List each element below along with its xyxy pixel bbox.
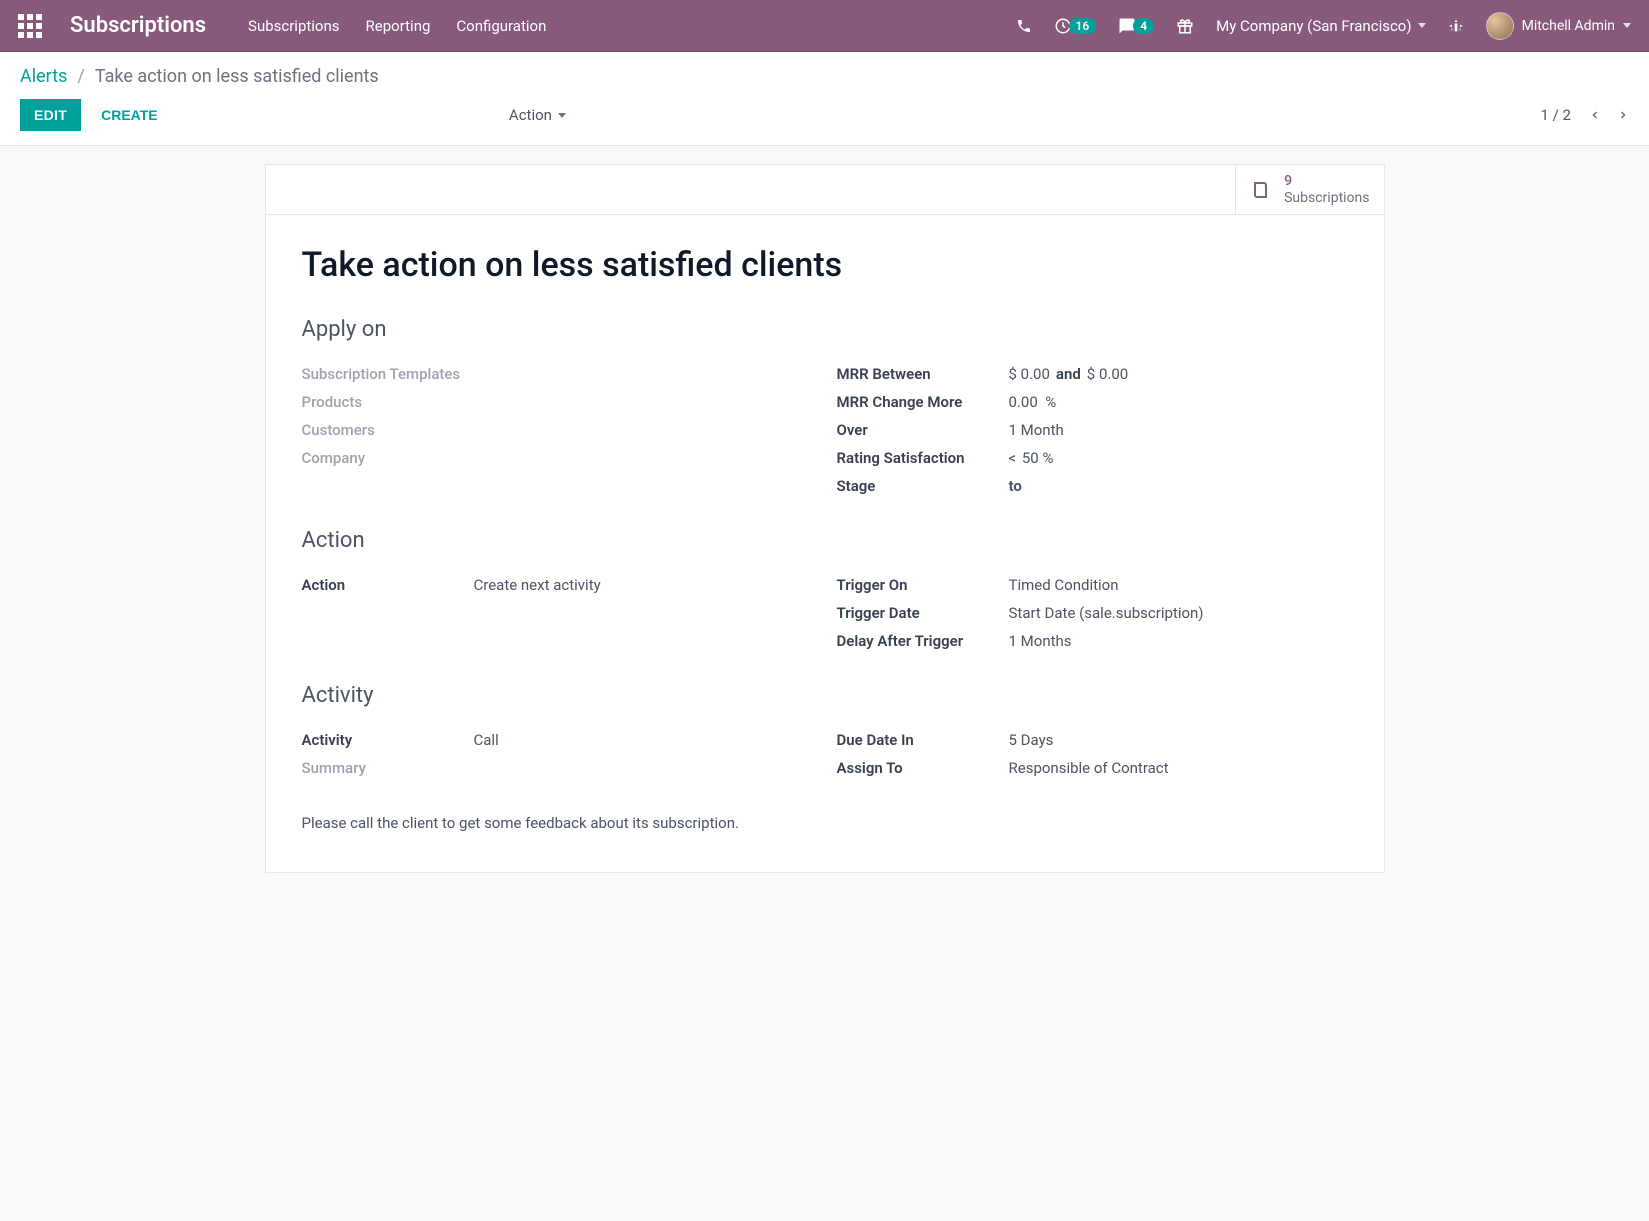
chat-badge: 4 <box>1133 18 1154 34</box>
pager-next[interactable] <box>1617 107 1629 123</box>
action-row: EDIT CREATE Action 1 / 2 <box>0 87 1649 146</box>
clock-badge: 16 <box>1069 18 1097 34</box>
value-over: 1 Month <box>1009 421 1348 439</box>
value-rating: < 50 % <box>1009 449 1348 467</box>
action-menu-label: Action <box>509 106 552 124</box>
value-mrr-change: 0.00 % <box>1009 393 1348 411</box>
company-selector[interactable]: My Company (San Francisco) <box>1216 17 1425 35</box>
label-due-date: Due Date In <box>837 731 1009 749</box>
pager-count[interactable]: 1 / 2 <box>1541 106 1572 124</box>
breadcrumb-parent[interactable]: Alerts <box>20 66 67 87</box>
label-stage: Stage <box>837 477 1009 495</box>
apps-icon[interactable] <box>18 14 42 38</box>
user-name: Mitchell Admin <box>1522 18 1615 34</box>
label-activity: Activity <box>302 731 474 749</box>
value-mrr-between: $ 0.00 and $ 0.00 <box>1009 365 1348 383</box>
label-action: Action <box>302 576 474 594</box>
create-button[interactable]: CREATE <box>87 99 172 131</box>
user-menu[interactable]: Mitchell Admin <box>1486 12 1631 40</box>
breadcrumb-current: Take action on less satisfied clients <box>95 66 379 87</box>
label-products: Products <box>302 393 474 411</box>
pager-prev[interactable] <box>1589 107 1601 123</box>
record-title: Take action on less satisfied clients <box>302 245 1348 285</box>
action-menu[interactable]: Action <box>509 106 566 124</box>
chat-icon[interactable]: 4 <box>1118 17 1154 35</box>
label-trigger-date: Trigger Date <box>837 604 1009 622</box>
value-trigger-on: Timed Condition <box>1009 576 1348 594</box>
stat-label: Subscriptions <box>1284 190 1369 206</box>
label-trigger-on: Trigger On <box>837 576 1009 594</box>
book-icon <box>1250 178 1274 202</box>
main-wrap: 9 Subscriptions Take action on less sati… <box>0 146 1649 903</box>
label-assign-to: Assign To <box>837 759 1009 777</box>
breadcrumb-separator: / <box>77 66 84 87</box>
stat-subscriptions[interactable]: 9 Subscriptions <box>1235 165 1383 214</box>
phone-icon[interactable] <box>1016 18 1032 34</box>
breadcrumb-row: Alerts / Take action on less satisfied c… <box>0 52 1649 87</box>
label-rating: Rating Satisfaction <box>837 449 1009 467</box>
label-company: Company <box>302 449 474 467</box>
nav-link-reporting[interactable]: Reporting <box>366 17 431 35</box>
nav-link-configuration[interactable]: Configuration <box>456 17 546 35</box>
clock-icon[interactable]: 16 <box>1054 17 1097 35</box>
chevron-down-icon <box>1623 23 1631 28</box>
section-apply-on: Apply on <box>302 317 1348 342</box>
label-subscription-templates: Subscription Templates <box>302 365 474 383</box>
debug-icon[interactable] <box>1448 18 1464 34</box>
chevron-down-icon <box>558 113 566 118</box>
value-due-date: 5 Days <box>1009 731 1348 749</box>
gift-icon[interactable] <box>1176 17 1194 35</box>
activity-note: Please call the client to get some feedb… <box>302 814 1348 832</box>
app-title[interactable]: Subscriptions <box>70 13 206 38</box>
section-action: Action <box>302 528 1348 553</box>
label-customers: Customers <box>302 421 474 439</box>
value-delay-after-trigger: 1 Months <box>1009 632 1348 650</box>
value-stage: to <box>1009 477 1348 495</box>
value-action: Create next activity <box>474 576 813 594</box>
edit-button[interactable]: EDIT <box>20 99 81 131</box>
card-head: 9 Subscriptions <box>266 165 1384 215</box>
nav-link-subscriptions[interactable]: Subscriptions <box>248 17 339 35</box>
value-activity: Call <box>474 731 813 749</box>
value-assign-to: Responsible of Contract <box>1009 759 1348 777</box>
section-activity: Activity <box>302 683 1348 708</box>
chevron-down-icon <box>1418 23 1426 28</box>
label-summary: Summary <box>302 759 474 777</box>
form-card: 9 Subscriptions Take action on less sati… <box>265 164 1385 873</box>
company-name: My Company (San Francisco) <box>1216 17 1411 35</box>
label-delay-after-trigger: Delay After Trigger <box>837 632 1009 650</box>
label-mrr-change: MRR Change More <box>837 393 1009 411</box>
top-nav: Subscriptions Subscriptions Reporting Co… <box>0 0 1649 52</box>
avatar <box>1486 12 1514 40</box>
label-mrr-between: MRR Between <box>837 365 1009 383</box>
stat-number: 9 <box>1284 173 1369 189</box>
label-over: Over <box>837 421 1009 439</box>
value-trigger-date: Start Date (sale.subscription) <box>1009 604 1348 622</box>
breadcrumb: Alerts / Take action on less satisfied c… <box>20 66 1629 87</box>
